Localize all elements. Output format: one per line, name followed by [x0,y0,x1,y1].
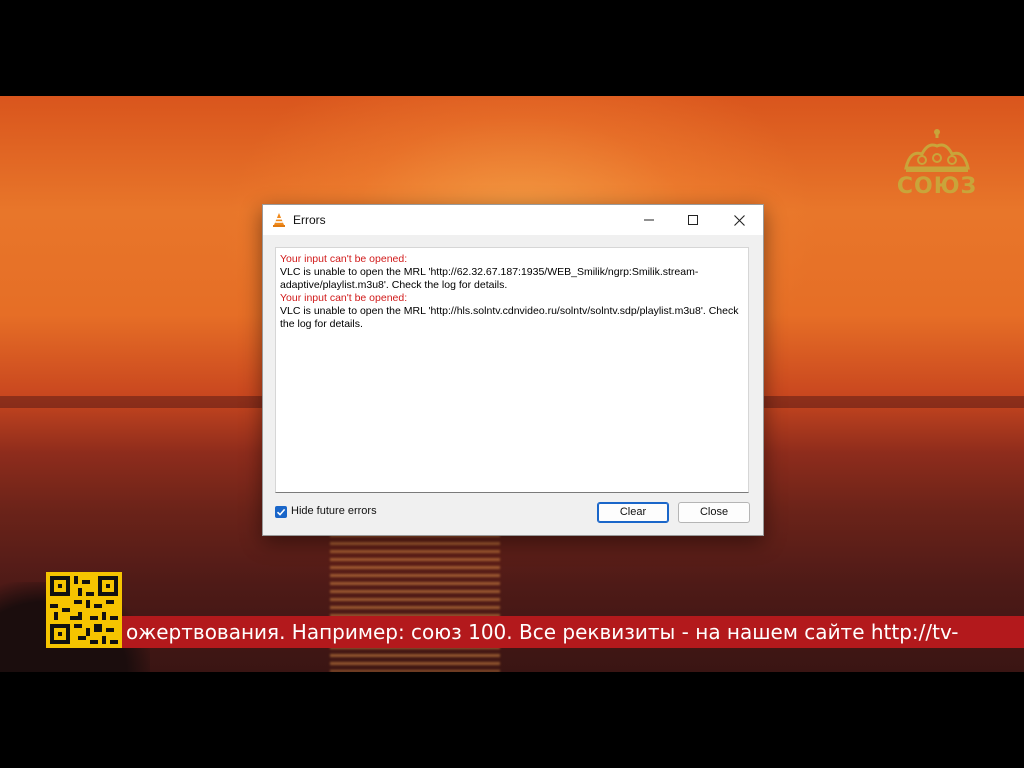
vlc-cone-icon [273,213,285,227]
close-button[interactable]: Close [678,502,750,523]
error-log[interactable]: Your input can't be opened: VLC is unabl… [275,247,749,493]
error-heading: Your input can't be opened: [280,253,408,265]
error-heading: Your input can't be opened: [280,292,408,304]
ticker-text: ожертвования. Например: союз 100. Все ре… [126,620,959,644]
crown-icon [904,129,970,172]
maximize-button[interactable] [671,205,715,235]
error-message: VLC is unable to open the MRL 'http://62… [280,266,699,291]
checkmark-icon [276,508,286,516]
dialog-titlebar[interactable]: Errors [263,205,763,235]
minimize-button[interactable] [627,205,671,235]
clear-button[interactable]: Clear [597,502,669,523]
sun-reflection [330,526,500,672]
news-ticker: ожертвования. Например: союз 100. Все ре… [122,616,1024,648]
minimize-icon [644,219,654,221]
channel-logo: СОЮЗ [896,128,978,200]
dialog-title: Errors [293,213,326,227]
qr-code [46,572,122,648]
hide-future-errors-checkbox[interactable] [275,506,287,518]
dialog-content: Your input can't be opened: VLC is unabl… [263,235,763,535]
logo-text: СОЮЗ [896,174,978,199]
close-icon [733,214,745,226]
error-message: VLC is unable to open the MRL 'http://hl… [280,305,739,330]
errors-dialog: Errors Your input can't be opened: VLC i… [262,204,764,536]
maximize-icon [688,215,698,225]
hide-future-errors-label[interactable]: Hide future errors [291,505,377,517]
close-window-button[interactable] [717,205,761,235]
